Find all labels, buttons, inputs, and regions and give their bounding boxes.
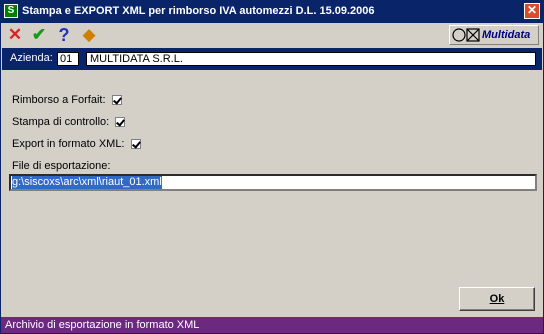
rimborso-forfait-checkbox[interactable] [111, 95, 122, 105]
toolbar: ✕ ✔ ? ◆ Multidata [1, 23, 543, 47]
confirm-button[interactable]: ✔ [29, 25, 49, 45]
app-icon: S [4, 4, 18, 18]
status-bar: Archivio di esportazione in formato XML [1, 317, 543, 333]
option-label: Rimborso a Forfait: [12, 94, 106, 106]
azienda-code: 01 [57, 52, 79, 66]
main-window: S Stampa e EXPORT XML per rimborso IVA a… [0, 0, 544, 334]
option-rimborso-forfait: Rimborso a Forfait: [12, 93, 122, 107]
title-bar: S Stampa e EXPORT XML per rimborso IVA a… [1, 1, 543, 23]
window-title: Stampa e EXPORT XML per rimborso IVA aut… [22, 5, 375, 17]
confirm-icon: ✔ [31, 25, 47, 44]
file-path-input[interactable]: g:\siscoxs\arc\xml\riaut_01.xml [9, 174, 537, 191]
stampa-controllo-checkbox[interactable] [115, 117, 126, 127]
file-path-value: g:\siscoxs\arc\xml\riaut_01.xml [12, 176, 162, 189]
cancel-icon: ✕ [7, 25, 23, 44]
file-label: File di esportazione: [12, 160, 111, 172]
utility-button[interactable]: ◆ [79, 25, 99, 45]
close-button[interactable]: ✕ [524, 3, 540, 19]
option-label: Export in formato XML: [12, 138, 125, 150]
help-button[interactable]: ? [54, 25, 74, 45]
azienda-bar: Azienda: 01 MULTIDATA S.R.L. [2, 48, 542, 70]
logo-icon [452, 28, 480, 42]
cancel-button[interactable]: ✕ [5, 25, 25, 45]
option-label: Stampa di controllo: [12, 116, 110, 128]
option-stampa-controllo: Stampa di controllo: [12, 115, 126, 129]
option-export-xml: Export in formato XML: [12, 137, 141, 151]
azienda-label: Azienda: [10, 52, 53, 64]
utility-icon: ◆ [82, 25, 96, 44]
export-xml-checkbox[interactable] [130, 139, 141, 149]
brand-logo: Multidata [449, 25, 539, 45]
ok-button[interactable]: Ok [459, 287, 535, 311]
help-icon: ? [58, 24, 70, 45]
azienda-name: MULTIDATA S.R.L. [86, 52, 536, 66]
brand-name: Multidata [482, 29, 531, 41]
